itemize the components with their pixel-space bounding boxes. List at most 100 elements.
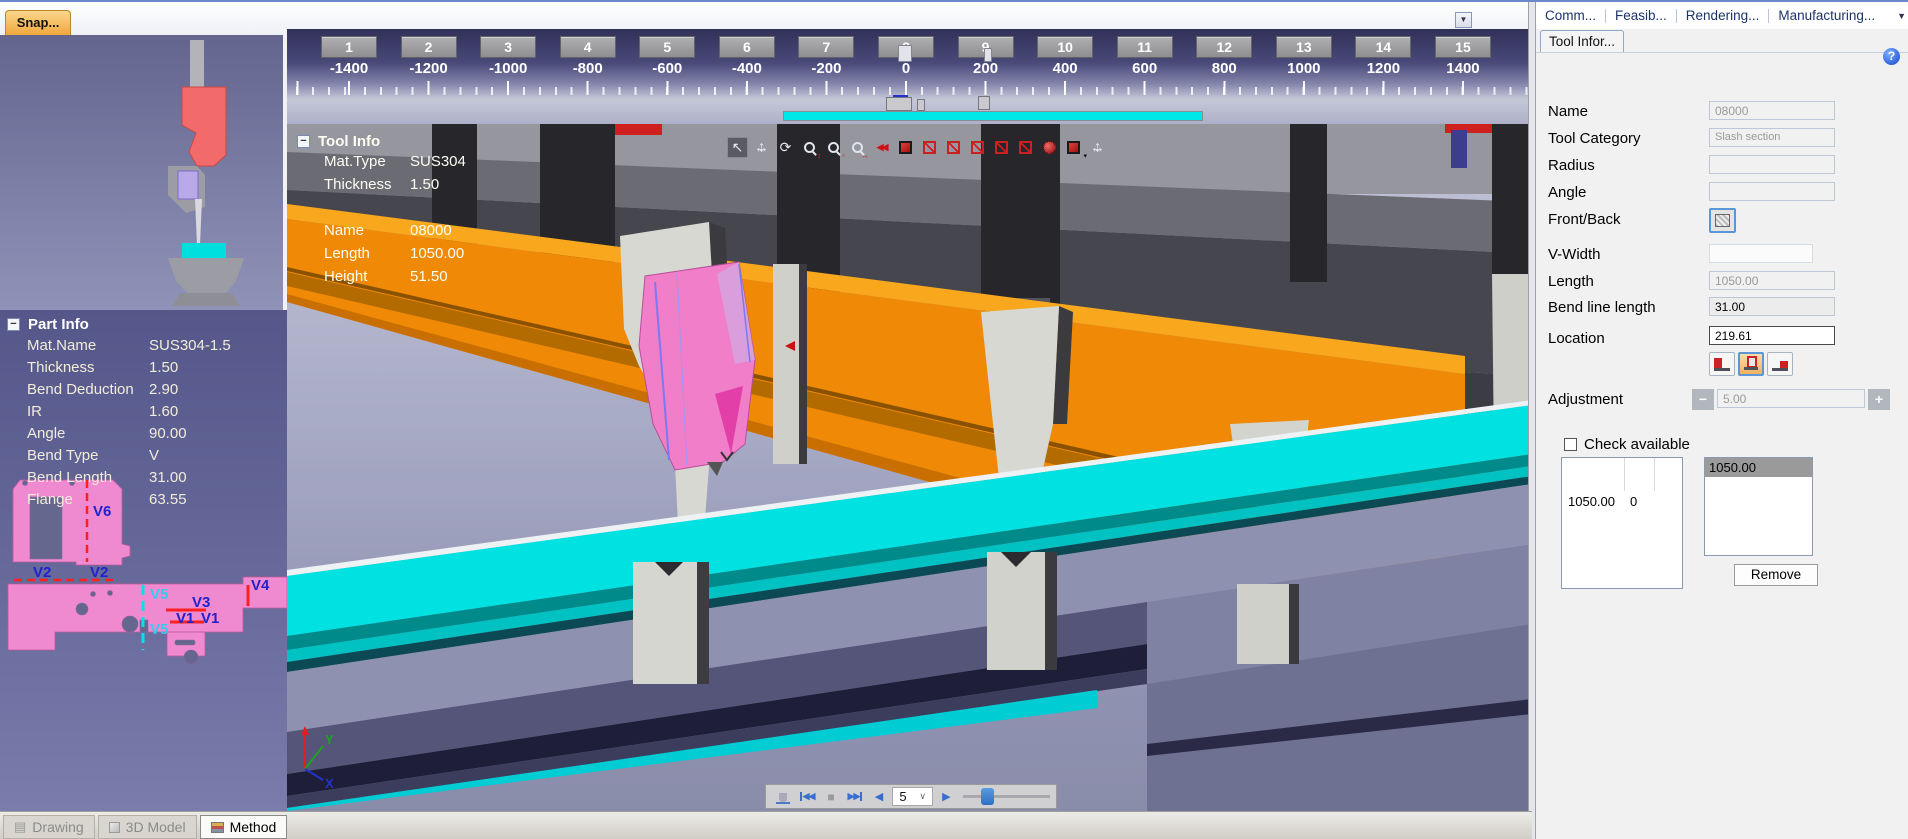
view-shaded-icon[interactable] [1039, 137, 1060, 158]
view-top-icon[interactable] [943, 137, 964, 158]
zoom-window-icon[interactable]: ▫ [823, 137, 844, 158]
station-number-box[interactable]: 12 [1196, 36, 1252, 58]
radius-field[interactable] [1709, 155, 1835, 174]
snap-tab[interactable]: Snap... [5, 10, 71, 35]
next-step-button[interactable]: ▶ [935, 787, 957, 806]
bend-label-v4: V4 [251, 577, 269, 594]
progress-slider[interactable] [963, 787, 1050, 806]
remove-button[interactable]: Remove [1734, 564, 1818, 586]
left-panel: V6V2V2V5V3V1V1V5V4 − Part Info Mat.NameS… [0, 35, 287, 811]
station-number-box[interactable]: 14 [1355, 36, 1411, 58]
name-field[interactable]: 08000 [1709, 101, 1835, 120]
station-position-label: 200 [958, 60, 1014, 77]
name-label: Name [1548, 103, 1588, 120]
align-right-button[interactable] [1767, 352, 1793, 376]
tab-tool-information[interactable]: Tool Infor... [1540, 30, 1624, 53]
zoom-extents-icon[interactable]: ↔ [847, 137, 868, 158]
move-part-icon[interactable]: ↔↕ [1087, 137, 1108, 158]
tool-category-field[interactable]: Slash section [1709, 128, 1835, 147]
station-number-box[interactable]: 10 [1037, 36, 1093, 58]
view-solid-icon[interactable]: ▾ [1063, 137, 1084, 158]
collapse-icon[interactable]: − [297, 135, 310, 148]
skip-to-end-button[interactable]: ▶▶ [844, 787, 866, 806]
angle-field[interactable] [1709, 182, 1835, 201]
bend-line-length-field[interactable]: 31.00 [1709, 297, 1835, 316]
station-position-label: 400 [1037, 60, 1093, 77]
part-info-value: 1.50 [149, 359, 178, 376]
station-number-box[interactable]: 15 [1435, 36, 1491, 58]
tab-drawing[interactable]: ▤Drawing [3, 815, 95, 839]
v-width-field[interactable] [1709, 244, 1813, 263]
zoom-icon[interactable]: ↕ [799, 137, 820, 158]
station-position-label: 800 [1196, 60, 1252, 77]
ruler-dropdown-icon[interactable]: ▼ [1455, 12, 1472, 28]
front-back-button[interactable] [1709, 208, 1736, 233]
tab-feasib[interactable]: Feasib... [1606, 8, 1676, 23]
tool-position-handle[interactable] [984, 48, 992, 62]
select-cursor-icon[interactable]: ↖ [727, 137, 748, 158]
tab-label: Method [230, 819, 277, 835]
minimap-tool[interactable] [978, 96, 990, 110]
tab-overflow-icon[interactable]: ▼ [1897, 11, 1906, 21]
tool-preview-3d[interactable] [0, 35, 287, 310]
station-number-box[interactable]: 5 [639, 36, 695, 58]
minimap-bed-bar[interactable] [783, 111, 1203, 121]
rotate-icon[interactable]: ⟳ [775, 137, 796, 158]
minimap-tool[interactable] [886, 97, 912, 111]
station-number-box[interactable]: 11 [1117, 36, 1173, 58]
overlay-value: 1.50 [410, 176, 439, 193]
skip-to-start-button[interactable]: ◀◀ [796, 787, 818, 806]
align-center-button[interactable] [1738, 352, 1764, 376]
part-info-value: 1.60 [149, 403, 178, 420]
frame-value: 5 [899, 789, 906, 804]
list-item[interactable]: 1050.00 0 [1568, 494, 1615, 509]
tab-3d-model[interactable]: 3D Model [98, 815, 197, 839]
tab-comm[interactable]: Comm... [1536, 8, 1605, 23]
station-number-box[interactable]: 1 [321, 36, 377, 58]
view-right-icon[interactable] [967, 137, 988, 158]
station-number-box[interactable]: 7 [798, 36, 854, 58]
stop-button[interactable]: ■ [820, 787, 842, 806]
help-icon[interactable]: ? [1883, 48, 1900, 65]
overlay-label: Height [324, 268, 410, 285]
3d-viewport[interactable]: Y X − Tool Info Mat.TypeSUS304Thickness1… [287, 124, 1532, 811]
tool-information-panel: Comm...Feasib...Rendering...Manufacturin… [1536, 2, 1908, 839]
align-left-button[interactable] [1709, 352, 1735, 376]
tab-manufacturing[interactable]: Manufacturing... [1769, 8, 1884, 23]
view-iso-icon[interactable] [895, 137, 916, 158]
length-field[interactable]: 1050.00 [1709, 271, 1835, 290]
view-front-icon[interactable] [919, 137, 940, 158]
tab-rendering[interactable]: Rendering... [1677, 8, 1769, 23]
preview-part [178, 171, 198, 199]
station-number-box[interactable]: 3 [480, 36, 536, 58]
station-number-box[interactable]: 4 [560, 36, 616, 58]
part-info-row: Bend Length31.00 [0, 469, 287, 491]
frame-dropdown[interactable]: 5∨ [892, 787, 933, 806]
previous-step-button[interactable]: ◀ [868, 787, 890, 806]
view-left-icon[interactable] [991, 137, 1012, 158]
tool-position-handle[interactable] [898, 45, 912, 62]
bend-label-v2: V2 [33, 564, 51, 581]
check-available-checkbox[interactable] [1564, 438, 1577, 451]
location-field[interactable]: 219.61 [1709, 326, 1835, 345]
adjustment-plus-button[interactable]: + [1868, 389, 1890, 410]
tab-method[interactable]: Method [200, 815, 288, 839]
station-number-box[interactable]: 13 [1276, 36, 1332, 58]
part-info-label: Angle [27, 425, 149, 442]
adjustment-minus-button[interactable]: − [1692, 389, 1714, 410]
list-item-selected[interactable]: 1050.00 [1705, 458, 1812, 477]
view-back-icon[interactable] [1015, 137, 1036, 158]
collapse-icon[interactable]: − [7, 318, 20, 331]
slider-thumb[interactable] [981, 788, 994, 805]
station-number-box[interactable]: 2 [401, 36, 457, 58]
ruler-station-7: 7-200 [798, 36, 854, 77]
check-available-row[interactable]: Check available [1564, 436, 1690, 453]
selected-tools-list[interactable]: 1050.00 [1704, 457, 1813, 556]
minimap-tool[interactable] [917, 99, 925, 111]
pan-icon[interactable]: ↔↕ [751, 137, 772, 158]
adjustment-field[interactable]: 5.00 [1717, 389, 1865, 408]
station-number-box[interactable]: 6 [719, 36, 775, 58]
panel-splitter[interactable] [1528, 2, 1536, 839]
available-tools-list[interactable]: 1050.00 0 [1561, 457, 1683, 589]
previous-view-icon[interactable]: ◀◀ [871, 137, 892, 158]
